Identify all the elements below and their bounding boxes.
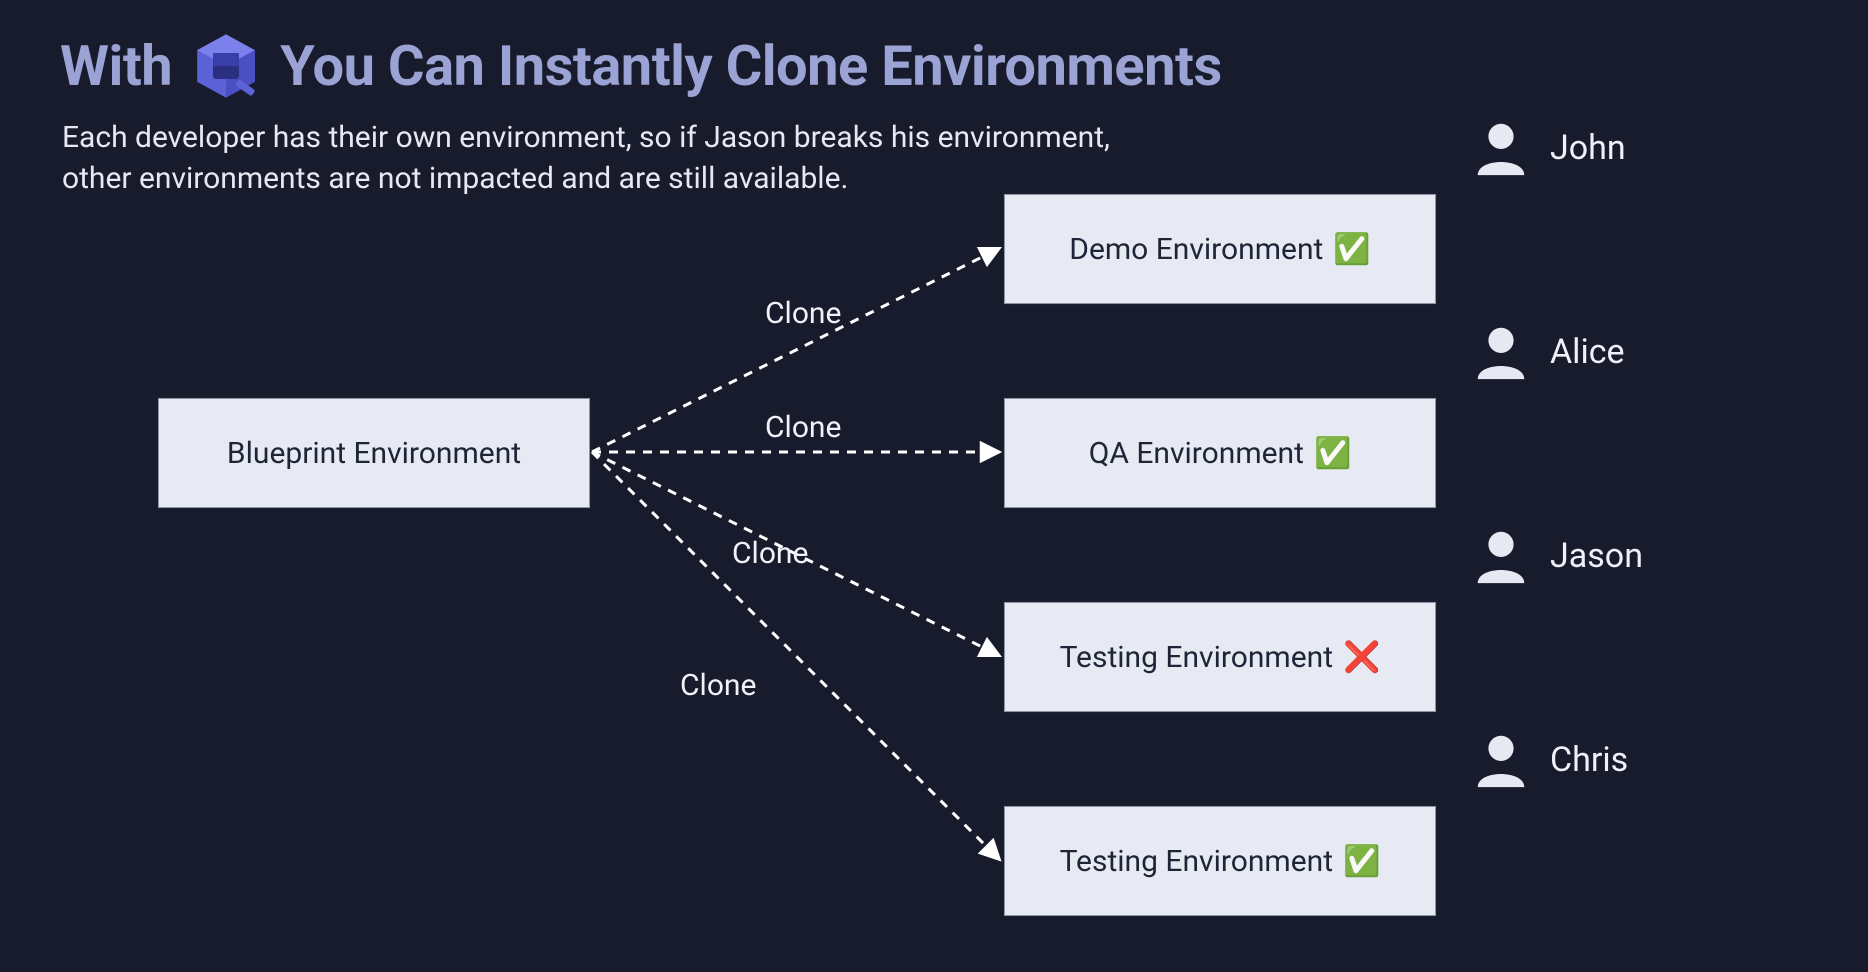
user-block: Jason xyxy=(1470,525,1643,587)
edge-label: Clone xyxy=(765,410,841,445)
user-block: John xyxy=(1470,117,1626,179)
target-environment-box: Testing Environment ✅ xyxy=(1004,806,1436,916)
source-environment-box: Blueprint Environment xyxy=(158,398,590,508)
title-prefix: With xyxy=(60,33,172,99)
user-block: Chris xyxy=(1470,729,1628,791)
user-avatar-icon xyxy=(1470,729,1532,791)
user-avatar-icon xyxy=(1470,525,1532,587)
status-fail-icon: ❌ xyxy=(1343,640,1380,675)
target-label: Testing Environment xyxy=(1060,640,1333,675)
user-avatar-icon xyxy=(1470,117,1532,179)
user-avatar-icon xyxy=(1470,321,1532,383)
target-environment-box: Testing Environment ❌ xyxy=(1004,602,1436,712)
target-environment-box: Demo Environment ✅ xyxy=(1004,194,1436,304)
target-label: Demo Environment xyxy=(1069,232,1323,267)
user-name: Chris xyxy=(1550,740,1628,780)
edge-label: Clone xyxy=(732,536,808,571)
title-suffix: You Can Instantly Clone Environments xyxy=(280,33,1222,99)
user-name: Jason xyxy=(1550,536,1643,576)
source-label: Blueprint Environment xyxy=(227,436,521,471)
user-block: Alice xyxy=(1470,321,1625,383)
diagram-stage: With You Can Instantly Clone Environment… xyxy=(0,0,1868,972)
status-ok-icon: ✅ xyxy=(1343,844,1380,879)
user-name: John xyxy=(1550,128,1626,168)
status-ok-icon: ✅ xyxy=(1333,232,1370,267)
target-label: QA Environment xyxy=(1089,436,1304,471)
page-subtitle: Each developer has their own environment… xyxy=(62,118,1162,199)
target-environment-box: QA Environment ✅ xyxy=(1004,398,1436,508)
edge-label: Clone xyxy=(680,668,756,703)
status-ok-icon: ✅ xyxy=(1314,436,1351,471)
brand-logo-icon xyxy=(190,30,262,102)
user-name: Alice xyxy=(1550,332,1625,372)
page-title: With You Can Instantly Clone Environment… xyxy=(60,30,1222,102)
target-label: Testing Environment xyxy=(1060,844,1333,879)
edge-label: Clone xyxy=(765,296,841,331)
